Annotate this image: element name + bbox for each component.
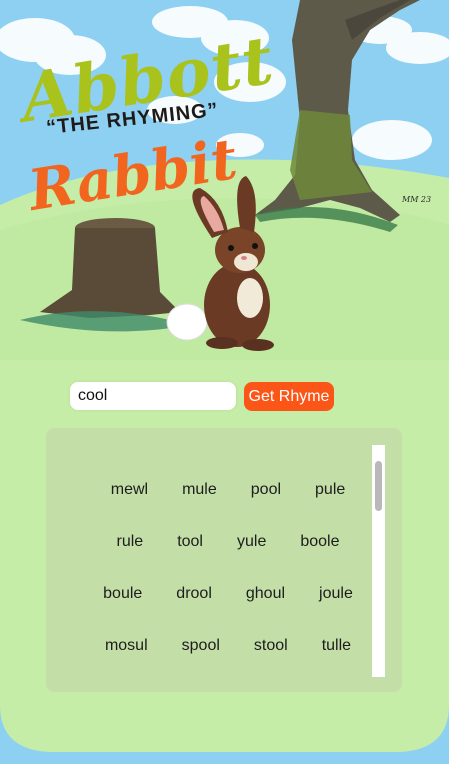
rhyme-word[interactable]: spool bbox=[182, 637, 220, 655]
result-row: mosul spool stool tulle bbox=[46, 620, 402, 672]
rhyme-word[interactable]: mule bbox=[182, 481, 217, 499]
results-rows: mewl mule pool pule rule tool yule boole boule dr… bbox=[46, 464, 402, 676]
results-scrollbar[interactable] bbox=[372, 445, 385, 677]
rhyme-word[interactable]: boule bbox=[103, 585, 142, 603]
rhyme-word[interactable]: tulle bbox=[322, 637, 351, 655]
rhyme-word[interactable]: pule bbox=[315, 481, 345, 499]
result-row: boule drool ghoul joule bbox=[46, 568, 402, 620]
results-panel: mewl mule pool pule rule tool yule boole boule dr… bbox=[46, 428, 402, 692]
rhyme-word[interactable]: mosul bbox=[105, 637, 148, 655]
rhyme-word[interactable]: drool bbox=[176, 585, 212, 603]
results-list: mewl mule pool pule rule tool yule boole boule dr… bbox=[46, 428, 402, 676]
rhyme-word[interactable]: stool bbox=[254, 637, 288, 655]
get-rhyme-button[interactable]: Get Rhyme bbox=[244, 382, 334, 411]
result-row: rule tool yule boole bbox=[46, 516, 402, 568]
rhyme-word[interactable]: mewl bbox=[111, 481, 148, 499]
rhyme-word[interactable]: tool bbox=[177, 533, 203, 551]
rhyme-word[interactable]: pool bbox=[251, 481, 281, 499]
rhyme-word[interactable]: boole bbox=[300, 533, 339, 551]
rhyme-word[interactable]: joule bbox=[319, 585, 353, 603]
result-row: befoolkittulretoolschool bbox=[46, 672, 402, 676]
artist-signature: MM 23 bbox=[402, 195, 432, 204]
rhyme-word[interactable]: rule bbox=[117, 533, 144, 551]
word-input[interactable] bbox=[70, 382, 236, 410]
rhyme-word[interactable]: yule bbox=[237, 533, 266, 551]
rhyme-word[interactable]: ghoul bbox=[246, 585, 285, 603]
result-row: mewl mule pool pule bbox=[46, 464, 402, 516]
scrollbar-thumb[interactable] bbox=[375, 461, 382, 511]
